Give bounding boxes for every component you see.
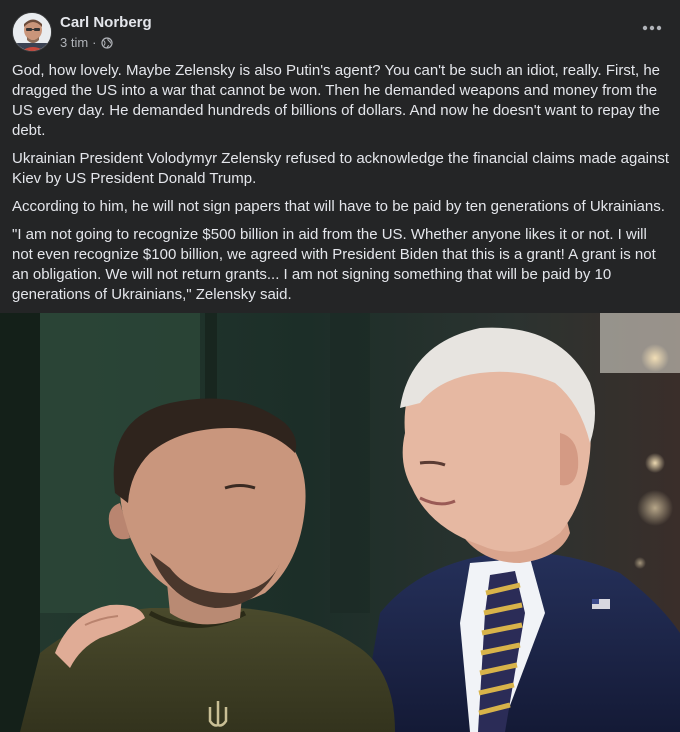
post-time[interactable]: 3 tim bbox=[60, 35, 88, 50]
author-name[interactable]: Carl Norberg bbox=[60, 14, 152, 31]
post-photo[interactable] bbox=[0, 313, 680, 732]
post-paragraph: "I am not going to recognize $500 billio… bbox=[12, 226, 656, 303]
post-paragraph: According to him, he will not sign paper… bbox=[12, 198, 665, 215]
facebook-post: Carl Norberg 3 tim · God, how lovely. Ma… bbox=[0, 0, 680, 732]
avatar[interactable] bbox=[12, 12, 52, 52]
more-options-icon bbox=[642, 25, 662, 31]
post-header: Carl Norberg 3 tim · bbox=[12, 12, 668, 52]
post-photo-illustration bbox=[0, 313, 680, 732]
post-paragraph: God, how lovely. Maybe Zelensky is also … bbox=[12, 62, 661, 139]
post-paragraph: Ukrainian President Volodymyr Zelensky r… bbox=[12, 150, 670, 187]
post-text: God, how lovely. Maybe Zelensky is also … bbox=[12, 61, 670, 313]
avatar-image bbox=[13, 13, 51, 51]
post-meta: 3 tim · bbox=[60, 35, 113, 50]
globe-icon[interactable] bbox=[100, 36, 113, 49]
more-options-button[interactable] bbox=[636, 16, 668, 40]
meta-separator: · bbox=[92, 35, 97, 50]
